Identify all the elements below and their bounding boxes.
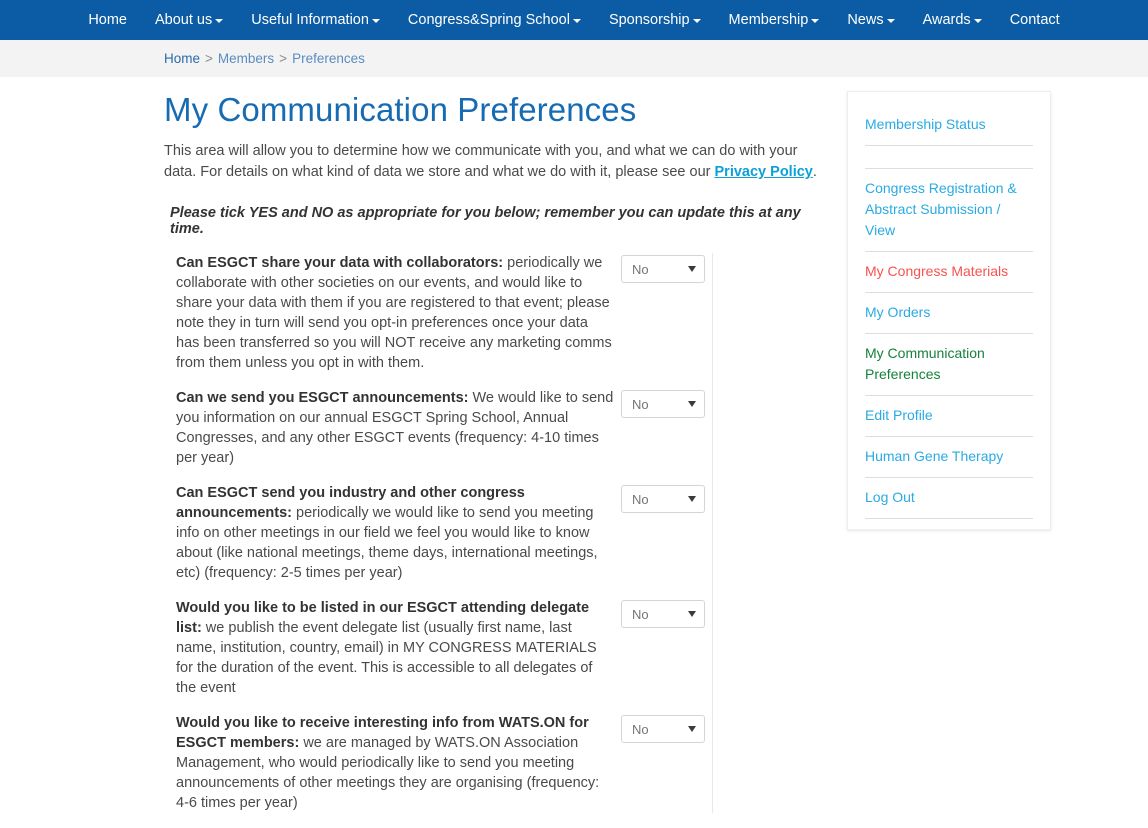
preference-question-body: periodically we collaborate with other s… [176,255,612,371]
sidebar-item-my-communication-preferences[interactable]: My Communication Preferences [865,334,1033,396]
preference-select-value: No [631,606,649,622]
preference-select-value: No [631,491,649,507]
nav-item-membership[interactable]: Membership [715,0,834,40]
chevron-down-icon [886,19,895,23]
nav-item-label: News [847,12,884,28]
preference-question-heading: Can ESGCT share your data with collabora… [176,255,504,271]
sidebar-item-my-orders[interactable]: My Orders [865,293,1033,334]
sidebar-item-edit-profile[interactable]: Edit Profile [865,396,1033,437]
sidebar-item-membership-status[interactable]: Membership Status [865,108,1033,146]
nav-item-about-us[interactable]: About us [141,0,237,40]
preference-row: Would you like to receive interesting in… [164,713,712,813]
preference-select-2[interactable]: No [620,390,705,418]
nav-item-awards[interactable]: Awards [909,0,996,40]
instruction-note: Please tick YES and NO as appropriate fo… [170,205,801,237]
nav-item-label: Congress&Spring School [407,12,570,28]
chevron-down-icon [371,19,380,23]
sidebar-item-my-congress-materials[interactable]: My Congress Materials [865,252,1033,293]
preference-question-text: Would you like to receive interesting in… [164,713,614,813]
chevron-down-icon [687,266,696,272]
chevron-down-icon [687,726,696,732]
preference-question-text: Can ESGCT share your data with collabora… [164,253,614,373]
chevron-down-icon [687,496,696,502]
preference-questions-list: Can ESGCT share your data with collabora… [164,253,713,813]
preference-question-text: Would you like to be listed in our ESGCT… [164,598,614,698]
nav-item-sponsorship[interactable]: Sponsorship [595,0,715,40]
preference-question-text: Can ESGCT send you industry and other co… [164,483,614,583]
main-content: My Communication Preferences This area w… [164,91,824,828]
page-title: My Communication Preferences [164,91,637,128]
preference-select-4[interactable]: No [620,600,705,628]
breadcrumb-item-home[interactable]: Home [164,51,200,66]
chevron-down-icon [572,19,581,23]
preference-select-cell: No [614,253,712,283]
chevron-down-icon [215,19,224,23]
preference-question-body: we publish the event delegate list (usua… [176,620,597,696]
preference-select-3[interactable]: No [620,485,705,513]
chevron-down-icon [811,19,820,23]
nav-item-label: Contact [1009,12,1060,28]
breadcrumb-item-members[interactable]: Members [218,51,274,66]
nav-item-label: Membership [728,12,809,28]
sidebar-item-congress-registration-abstract-submission-view[interactable]: Congress Registration & Abstract Submiss… [865,169,1033,252]
preference-select-5[interactable]: No [620,715,705,743]
intro-text-before: This area will allow you to determine ho… [164,143,798,180]
preference-select-cell: No [614,713,712,743]
intro-paragraph: This area will allow you to determine ho… [164,141,824,183]
nav-item-label: Sponsorship [608,12,690,28]
sidebar-item-human-gene-therapy[interactable]: Human Gene Therapy [865,437,1033,478]
privacy-policy-link[interactable]: Privacy Policy [715,164,813,180]
chevron-down-icon [973,19,982,23]
preference-select-value: No [631,261,649,277]
breadcrumb: Home > Members > Preferences [0,40,1148,77]
nav-item-congress-spring-school[interactable]: Congress&Spring School [394,0,595,40]
nav-item-useful-information[interactable]: Useful Information [237,0,394,40]
nav-item-label: Awards [922,12,971,28]
preference-row: Can ESGCT share your data with collabora… [164,253,712,373]
breadcrumb-separator: > [279,51,288,66]
nav-item-news[interactable]: News [833,0,908,40]
preference-select-cell: No [614,598,712,628]
preference-select-cell: No [614,388,712,418]
nav-item-label: Useful Information [251,12,369,28]
main-navigation: Home About us Useful Information Congress&S… [0,0,1148,40]
preference-row: Can we send you ESGCT announcements: We … [164,388,712,468]
nav-item-home[interactable]: Home [74,0,141,40]
preference-select-value: No [631,396,649,412]
preference-row: Would you like to be listed in our ESGCT… [164,598,712,698]
nav-item-contact[interactable]: Contact [996,0,1074,40]
breadcrumb-item-preferences[interactable]: Preferences [292,51,365,66]
chevron-down-icon [687,611,696,617]
sidebar-item-blank [865,146,1033,169]
preference-row: Can ESGCT send you industry and other co… [164,483,712,583]
nav-item-label: About us [155,12,213,28]
preference-question-heading: Can we send you ESGCT announcements: [176,390,469,406]
preference-select-1[interactable]: No [620,255,705,283]
intro-text-after: . [812,164,817,180]
nav-item-label: Home [88,12,127,28]
breadcrumb-separator: > [205,51,213,66]
sidebar-item-log-out[interactable]: Log Out [865,478,1033,519]
chevron-down-icon [692,19,701,23]
chevron-down-icon [687,401,696,407]
preference-select-cell: No [614,483,712,513]
preference-question-text: Can we send you ESGCT announcements: We … [164,388,614,468]
member-menu-sidebar: Membership Status Congress Registration &… [847,91,1051,530]
preference-select-value: No [631,721,649,737]
